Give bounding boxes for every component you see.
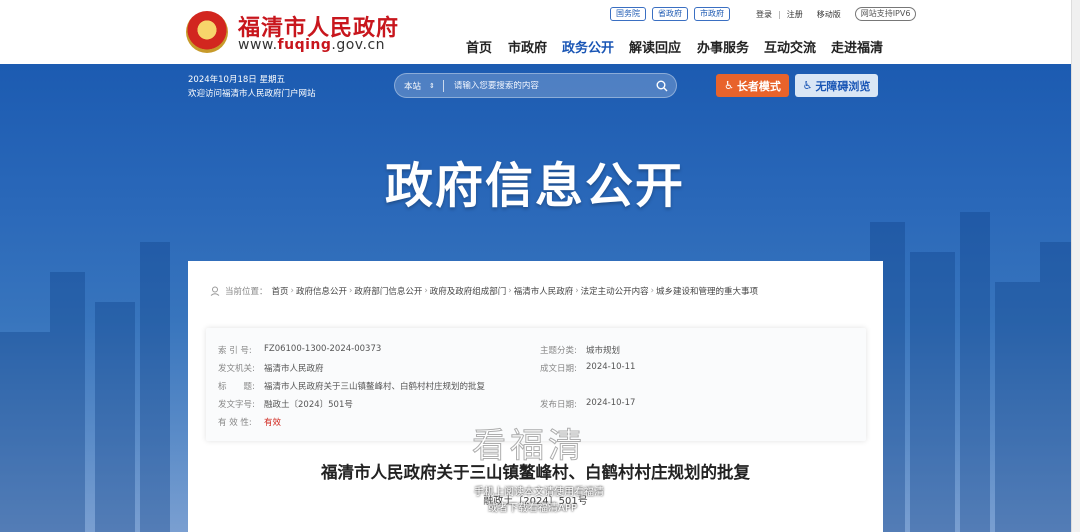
breadcrumb-statutory[interactable]: 法定主动公开内容 [581, 285, 649, 297]
nav-services[interactable]: 办事服务 [697, 37, 749, 57]
site-header: ★ 福清市人民政府 www.fuqing.gov.cn 国务院 省政府 市政府 … [0, 0, 1080, 64]
breadcrumb-urban-rural[interactable]: 城乡建设和管理的重大事项 [656, 285, 758, 297]
ipv6-badge: 网站支持IPV6 [854, 7, 917, 21]
meta-doc-no: 发文字号: 融政土〔2024〕501号 [218, 400, 353, 410]
site-url: www.fuqing.gov.cn [238, 37, 386, 53]
document-title: 福清市人民政府关于三山镇鳌峰村、白鹤村村庄规划的批复 [321, 463, 750, 482]
breadcrumb-city-gov[interactable]: 福清市人民政府 [514, 285, 574, 297]
breadcrumb-info-open[interactable]: 政府信息公开 [296, 285, 347, 297]
meta-pub-date: 发布日期: 2024-10-17 [540, 398, 636, 410]
breadcrumb-label: 当前位置： [225, 287, 268, 297]
search-icon[interactable] [656, 80, 668, 92]
meta-validity: 有 效 性: 有效 [218, 418, 282, 428]
nav-interpretation[interactable]: 解读回应 [629, 37, 681, 57]
nav-interaction[interactable]: 互动交流 [764, 37, 816, 57]
link-city-gov[interactable]: 市政府 [694, 7, 730, 21]
link-provincial-gov[interactable]: 省政府 [652, 7, 688, 21]
meta-date-made: 成文日期: 2024-10-11 [540, 362, 636, 374]
meta-subject: 标 题: 福清市人民政府关于三山镇鳌峰村、白鹤村村庄规划的批复 [218, 382, 486, 392]
breadcrumb-gov-depts[interactable]: 政府及政府组成部门 [430, 285, 507, 297]
elder-mode-button[interactable]: ♿ 长者模式 [716, 74, 789, 97]
meta-category: 主题分类: 城市规划 [540, 346, 621, 356]
document-metadata-panel: 索 引 号: FZ06100-1300-2024-00373 主题分类: 城市规划 … [206, 328, 866, 441]
site-search-bar: 本站 ⇕ [394, 73, 677, 98]
location-icon [210, 286, 220, 296]
breadcrumb: 当前位置： 首页 › 政府信息公开 › 政府部门信息公开 › 政府及政府组成部门… [210, 285, 758, 297]
page-hero-title: 政府信息公开 [384, 158, 685, 214]
search-input[interactable] [453, 80, 634, 91]
nav-about-fuqing[interactable]: 走进福清 [831, 37, 883, 57]
accessible-browsing-button[interactable]: ♿ 无障碍浏览 [795, 74, 878, 97]
validity-status: 有效 [264, 418, 282, 428]
national-emblem-logo[interactable]: ★ [186, 11, 228, 53]
meta-issuer: 发文机关: 福清市人民政府 [218, 364, 324, 374]
meta-index-no: 索 引 号: FZ06100-1300-2024-00373 [218, 344, 382, 356]
register-link[interactable]: 注册 [787, 9, 803, 20]
nav-city-gov[interactable]: 市政府 [508, 37, 547, 57]
search-scope-select[interactable]: 本站 [395, 80, 443, 92]
login-link[interactable]: 登录 [756, 9, 772, 20]
top-links-bar: 国务院 省政府 市政府 登录 | 注册 移动版 网站支持IPV6 [610, 7, 917, 21]
elder-person-icon: ♿ [724, 79, 734, 92]
content-card: 当前位置： 首页 › 政府信息公开 › 政府部门信息公开 › 政府及政府组成部门… [188, 261, 883, 532]
mobile-version-link[interactable]: 移动版 [817, 9, 841, 20]
breadcrumb-home[interactable]: 首页 [272, 285, 289, 297]
page-scrollbar[interactable] [1071, 0, 1080, 532]
link-state-council[interactable]: 国务院 [610, 7, 646, 21]
wheelchair-icon: ♿ [802, 79, 813, 92]
scope-arrows-icon: ⇕ [429, 81, 435, 90]
document-number: 融政土〔2024〕501号 [483, 496, 588, 507]
nav-gov-affairs-open[interactable]: 政务公开 [562, 37, 614, 57]
current-date: 2024年10月18日 星期五 [188, 75, 285, 85]
welcome-text: 欢迎访问福清市人民政府门户网站 [188, 89, 316, 99]
breadcrumb-dept-info[interactable]: 政府部门信息公开 [354, 285, 422, 297]
nav-home[interactable]: 首页 [466, 37, 492, 57]
